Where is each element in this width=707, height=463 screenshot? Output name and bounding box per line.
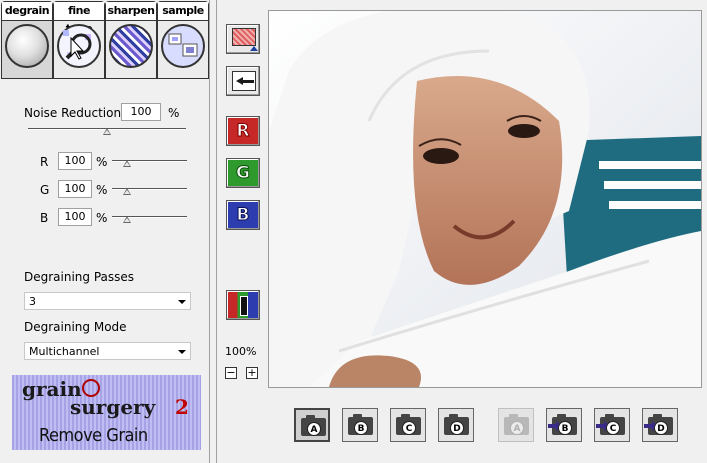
original-preview-icon [232,28,256,46]
zoom-in-button[interactable]: + [246,367,258,379]
zoom-out-button[interactable]: − [225,367,237,379]
compare-icon [232,71,256,91]
channel-g-label: G [40,183,50,197]
recall-b-label: B [558,421,572,435]
noise-reduction-unit: % [168,106,180,120]
channel-g-unit: % [96,183,108,197]
show-original-button[interactable] [226,24,260,54]
blue-channel-label: B [236,205,250,226]
passes-label: Degraining Passes [24,270,135,284]
logo-version: 2 [175,395,189,419]
tab-sharpen-label: sharpen [106,2,156,21]
blue-channel-button[interactable]: B [226,200,260,230]
sample-icon [161,24,205,68]
recall-snapshot-c-button[interactable]: C [594,408,630,442]
tab-sample-label: sample [158,2,208,21]
store-snapshot-a-button[interactable]: A [294,408,330,442]
channel-r-unit: % [96,155,108,169]
channel-r-slider-thumb[interactable] [123,160,131,167]
fine-tune-icon [57,24,101,68]
sharpen-icon [109,24,153,68]
snapshot-d-label: D [450,421,464,435]
composite-bar-icon [240,296,248,316]
channel-b-input[interactable]: 100 [58,208,92,226]
passes-select[interactable]: 3 [24,292,191,310]
store-snapshot-d-button[interactable]: D [438,408,474,442]
grain-surgery-logo: grain surgery 2 Remove Grain [12,375,201,450]
arrow-up-icon [250,46,258,51]
logo-tagline: Remove Grain [39,425,148,446]
tab-sample[interactable]: sample [157,1,209,79]
channel-r-input[interactable]: 100 [58,152,92,170]
tab-fine-tune[interactable]: fine tune [53,1,105,79]
chevron-down-icon [178,350,186,354]
channel-b-slider-thumb[interactable] [123,216,131,223]
tab-degrain[interactable]: degrain [1,1,53,79]
snapshot-a-label: A [307,422,321,436]
red-channel-button[interactable]: R [226,116,260,146]
channel-g-input[interactable]: 100 [58,180,92,198]
snapshot-b-label: B [354,421,368,435]
zoom-level: 100% [225,345,257,358]
channel-g-slider-thumb[interactable] [123,188,131,195]
mode-select[interactable]: Multichannel [24,342,191,360]
tab-sharpen[interactable]: sharpen [105,1,157,79]
channel-b-label: B [40,211,49,225]
degrain-icon [5,24,49,68]
channel-b-unit: % [96,211,108,225]
passes-value: 3 [29,295,36,308]
store-snapshot-c-button[interactable]: C [390,408,426,442]
logo-word-surgery: surgery [70,395,156,419]
green-channel-label: G [236,163,251,184]
preview-image[interactable] [268,10,702,388]
mode-value: Multichannel [29,345,100,358]
store-snapshot-b-button[interactable]: B [342,408,378,442]
rgb-composite-button[interactable] [226,290,260,320]
tab-fine-tune-label: fine tune [54,2,104,35]
recall-c-label: C [606,421,620,435]
tab-degrain-label: degrain [2,2,52,21]
noise-reduction-input[interactable]: 100 [121,103,161,121]
channel-r-label: R [40,155,49,169]
noise-reduction-label: Noise Reduction [24,106,122,120]
recall-snapshot-d-button[interactable]: D [642,408,678,442]
snapshot-c-label: C [402,421,416,435]
compare-button[interactable] [226,66,260,96]
green-channel-button[interactable]: G [226,158,260,188]
recall-snapshot-a-button[interactable]: A [498,408,534,442]
recall-a-label: A [510,421,524,435]
recall-snapshot-b-button[interactable]: B [546,408,582,442]
noise-reduction-slider-thumb[interactable] [103,128,111,135]
recall-d-label: D [654,421,668,435]
chevron-down-icon [178,300,186,304]
mode-label: Degraining Mode [24,320,127,334]
red-channel-label: R [236,121,250,142]
